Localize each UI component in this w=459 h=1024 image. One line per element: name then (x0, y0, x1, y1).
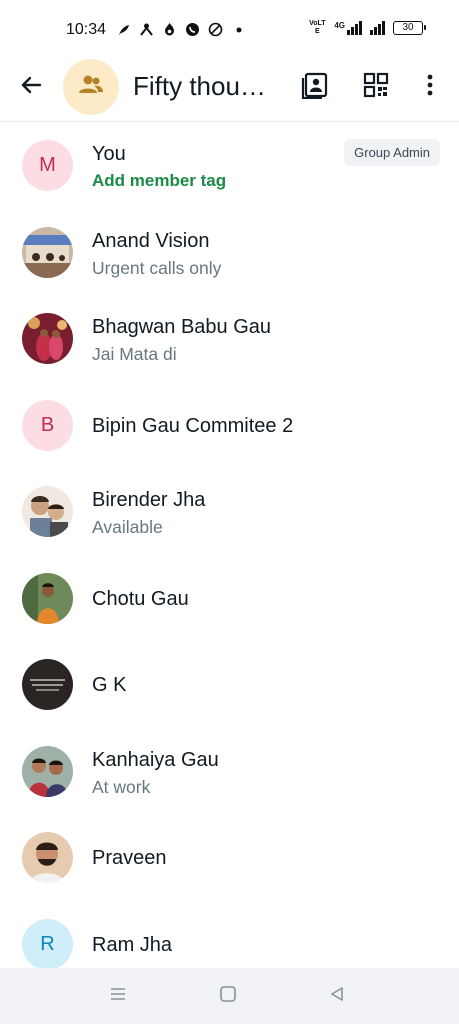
member-name: Birender Jha (92, 489, 206, 511)
member-text: Bhagwan Babu Gau Jai Mata di (92, 315, 439, 365)
member-name: Anand Vision (92, 229, 210, 252)
status-notification-icons (115, 21, 247, 38)
qr-code-button[interactable] (361, 72, 391, 102)
member-text: G K (92, 673, 439, 697)
avatar (22, 745, 73, 797)
member-name: Bhagwan Babu Gau (92, 316, 272, 338)
back-arrow-icon (19, 73, 43, 102)
dot-icon (230, 21, 247, 38)
status-bar: 10:34 VoLTE 4G 30 (0, 0, 459, 60)
home-square-icon (219, 985, 237, 1008)
member-name: G K (92, 674, 127, 696)
list-item[interactable]: M You Add member tag Group Admin (0, 122, 459, 209)
avatar-letter: B (40, 413, 55, 436)
system-nav-bar (0, 968, 459, 1024)
contacts-icon (301, 71, 329, 104)
list-item[interactable]: G K (0, 641, 459, 728)
recent-apps-button[interactable] (106, 984, 130, 1008)
avatar: R (22, 918, 73, 970)
member-text: Kanhaiya Gau At work (92, 748, 439, 798)
flame-icon (161, 21, 178, 38)
member-text: Praveen (92, 846, 439, 870)
network-icon (138, 21, 155, 38)
menu-icon (109, 986, 127, 1007)
contacts-button[interactable] (300, 72, 330, 102)
volte-indicator: VoLTE (309, 20, 326, 35)
back-triangle-icon (328, 985, 346, 1008)
member-name: Bipin Gau Commitee 2 (92, 414, 294, 437)
member-status: Urgent calls only (92, 257, 222, 278)
member-status: Jai Mata di (92, 344, 177, 364)
add-member-tag-link[interactable]: Add member tag (92, 170, 439, 192)
list-item[interactable]: Birender Jha Available (0, 468, 459, 555)
vpn-icon (207, 21, 224, 38)
avatar (22, 226, 73, 278)
group-avatar[interactable] (63, 59, 119, 115)
avatar (22, 486, 73, 537)
member-status: At work (92, 776, 151, 797)
avatar (22, 572, 73, 624)
group-title[interactable]: Fifty thou… (133, 71, 283, 102)
list-item[interactable]: Bhagwan Babu Gau Jai Mata di (0, 295, 459, 382)
group-admin-badge: Group Admin (344, 139, 440, 166)
list-item[interactable]: Praveen (0, 814, 459, 901)
member-status: Available (92, 517, 163, 537)
list-item[interactable]: Chotu Gau (0, 555, 459, 642)
battery-indicator: 30 (393, 21, 426, 35)
home-button[interactable] (216, 984, 240, 1008)
more-options-button[interactable] (415, 72, 445, 102)
member-name: Chotu Gau (92, 587, 189, 610)
signal-icon (370, 21, 385, 35)
more-vert-icon (427, 73, 433, 102)
status-time: 10:34 (66, 21, 107, 38)
member-name: Kanhaiya Gau (92, 748, 219, 771)
member-name: Praveen (92, 847, 167, 869)
avatar: M (22, 140, 73, 191)
member-text: Ram Jha (92, 933, 439, 957)
avatar: B (22, 399, 73, 451)
list-item[interactable]: B Bipin Gau Commitee 2 (0, 382, 459, 469)
signal-4g-icon: 4G (334, 21, 362, 35)
network-type: 4G (334, 21, 345, 30)
feather-icon (115, 21, 132, 38)
avatar (22, 832, 73, 883)
avatar (22, 659, 73, 710)
member-list: M You Add member tag Group Admin Anand V… (0, 122, 459, 987)
avatar-letter: M (39, 154, 56, 176)
member-text: Birender Jha Available (92, 488, 439, 538)
list-item[interactable]: Kanhaiya Gau At work (0, 728, 459, 815)
member-text: Bipin Gau Commitee 2 (92, 414, 439, 438)
avatar (22, 313, 73, 364)
whatsapp-icon (184, 21, 201, 38)
avatar-letter: R (40, 932, 55, 955)
member-text: Anand Vision Urgent calls only (92, 229, 439, 279)
app-bar: Fifty thou… (0, 59, 459, 118)
list-item[interactable]: Anand Vision Urgent calls only (0, 209, 459, 296)
back-button[interactable] (17, 73, 45, 101)
qr-code-icon (363, 72, 389, 103)
status-system-icons: VoLTE 4G 30 (308, 20, 426, 36)
system-back-button[interactable] (325, 984, 349, 1008)
group-icon (78, 74, 104, 101)
member-text: Chotu Gau (92, 587, 439, 611)
member-name: Ram Jha (92, 933, 173, 956)
